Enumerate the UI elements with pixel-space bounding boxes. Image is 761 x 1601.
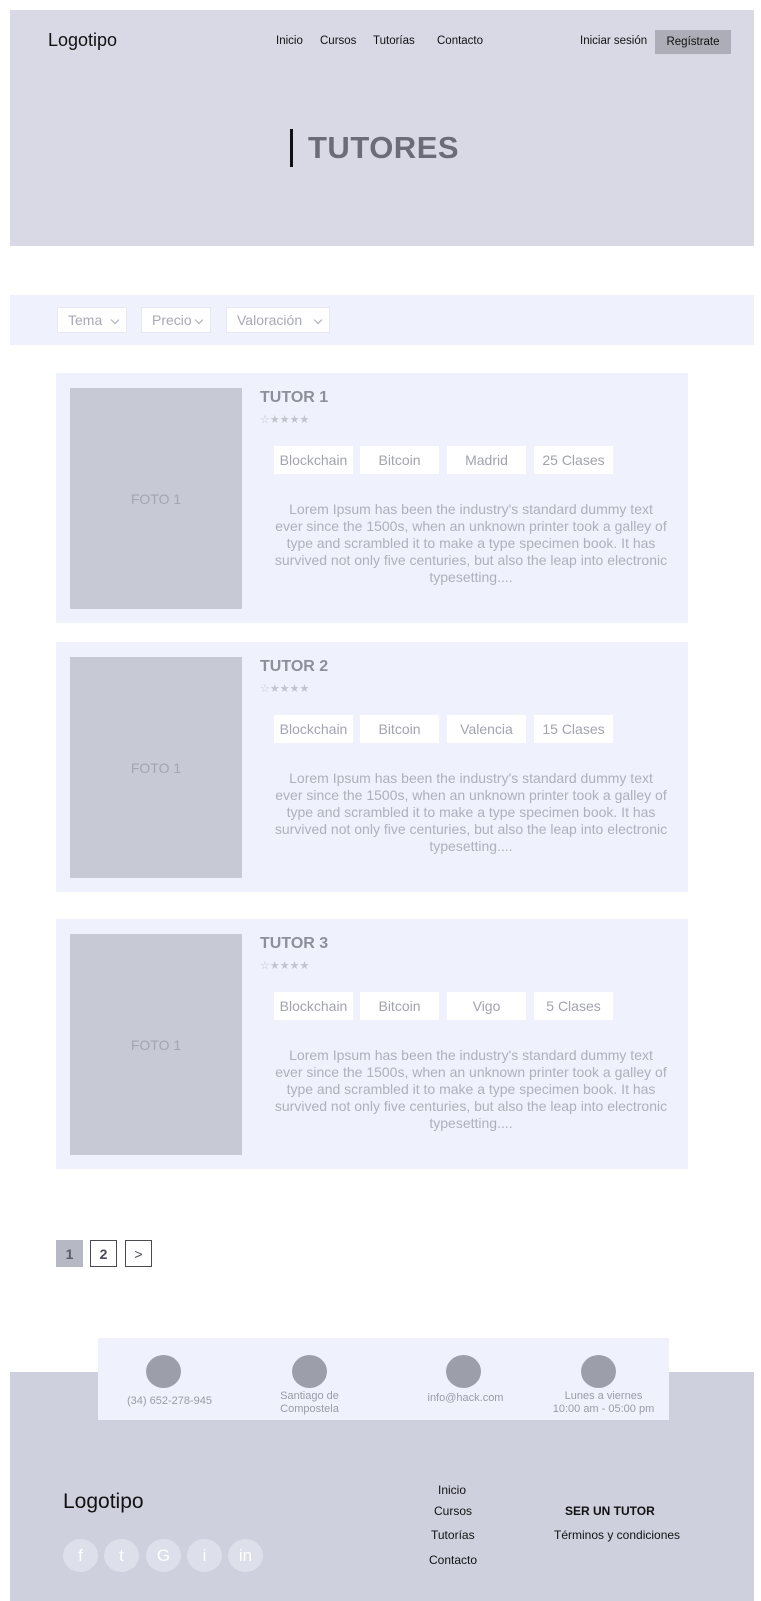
tag-topic: Bitcoin [360, 992, 439, 1020]
tutor-description: Lorem Ipsum has been the industry's stan… [274, 501, 668, 585]
instagram-icon[interactable]: i [187, 1539, 222, 1572]
nav-tutorias[interactable]: Tutorías [373, 35, 415, 47]
tutor-name[interactable]: TUTOR 3 [260, 935, 328, 953]
page-2-button[interactable]: 2 [90, 1240, 117, 1267]
nav-cursos[interactable]: Cursos [320, 35, 356, 47]
clock-icon [581, 1355, 616, 1388]
location-icon [292, 1355, 327, 1388]
filter-bar: Tema Precio Valoración [10, 295, 754, 345]
footer-link-cursos[interactable]: Cursos [434, 1504, 472, 1518]
contact-address: Santiago de Compostela [258, 1390, 361, 1416]
tag-classes: 25 Clases [534, 446, 613, 474]
contact-hours-line2: 10:00 am - 05:00 pm [552, 1403, 655, 1415]
tag-city: Vigo [447, 992, 526, 1020]
rating-stars: ☆★★★★ [260, 414, 310, 426]
linkedin-icon[interactable]: in [228, 1539, 263, 1572]
twitter-icon[interactable]: t [104, 1539, 139, 1572]
google-icon[interactable]: G [146, 1539, 181, 1572]
tutor-name[interactable]: TUTOR 2 [260, 658, 328, 676]
login-link[interactable]: Iniciar sesión [580, 35, 647, 47]
contact-email[interactable]: info@hack.com [413, 1392, 518, 1405]
hero-header: Logotipo Inicio Cursos Tutorías Contacto… [10, 10, 754, 246]
tag-topic: Bitcoin [360, 446, 439, 474]
facebook-icon[interactable]: f [63, 1539, 98, 1572]
footer-link-tutorias[interactable]: Tutorías [431, 1528, 475, 1542]
tag-city: Valencia [447, 715, 526, 743]
tutor-description: Lorem Ipsum has been the industry's stan… [274, 1047, 668, 1131]
tutor-description: Lorem Ipsum has been the industry's stan… [274, 770, 668, 854]
tag-classes: 15 Clases [534, 715, 613, 743]
contact-address-line1: Santiago de [280, 1390, 339, 1402]
rating-stars: ☆★★★★ [260, 960, 310, 972]
page-title-text: TUTORES [308, 130, 460, 165]
title-accent-bar [290, 129, 293, 167]
tutor-photo: FOTO 1 [70, 657, 242, 878]
phone-icon [146, 1355, 181, 1388]
nav-contacto[interactable]: Contacto [437, 35, 483, 47]
filter-tema-label: Tema [68, 312, 103, 328]
footer-logo[interactable]: Logotipo [63, 1490, 144, 1514]
tag-topic: Blockchain [274, 715, 353, 743]
tutor-name[interactable]: TUTOR 1 [260, 389, 328, 407]
filter-tema-dropdown[interactable]: Tema [57, 307, 127, 333]
footer-tutor-heading[interactable]: SER UN TUTOR [565, 1504, 655, 1518]
tag-topic: Blockchain [274, 992, 353, 1020]
tutor-card[interactable]: FOTO 1 TUTOR 3 ☆★★★★ Blockchain Bitcoin … [56, 919, 688, 1169]
tutor-card[interactable]: FOTO 1 TUTOR 2 ☆★★★★ Blockchain Bitcoin … [56, 642, 688, 892]
contact-phone[interactable]: (34) 652-278-945 [108, 1395, 231, 1408]
tutor-photo: FOTO 1 [70, 388, 242, 609]
rating-stars: ☆★★★★ [260, 683, 310, 695]
footer-link-contacto[interactable]: Contacto [429, 1553, 477, 1567]
contact-hours-line1: Lunes a viernes [564, 1390, 643, 1402]
tag-classes: 5 Clases [534, 992, 613, 1020]
page-1-button[interactable]: 1 [56, 1240, 83, 1267]
tag-topic: Bitcoin [360, 715, 439, 743]
page-title: TUTORES [290, 128, 459, 168]
page-frame: Logotipo Inicio Cursos Tutorías Contacto… [10, 10, 754, 1601]
next-page-button[interactable]: > [125, 1240, 152, 1267]
chevron-down-icon [313, 315, 323, 325]
contact-info-box: (34) 652-278-945 Santiago de Compostela … [98, 1338, 669, 1420]
register-button[interactable]: Regístrate [655, 30, 731, 54]
contact-address-line2: Compostela [280, 1403, 339, 1415]
nav-inicio[interactable]: Inicio [276, 35, 303, 47]
header-logo[interactable]: Logotipo [48, 30, 117, 51]
filter-precio-dropdown[interactable]: Precio [141, 307, 211, 333]
contact-hours: Lunes a viernes 10:00 am - 05:00 pm [541, 1390, 666, 1416]
footer-terms-link[interactable]: Términos y condiciones [554, 1528, 680, 1542]
filter-valoracion-label: Valoración [237, 312, 303, 328]
tag-topic: Blockchain [274, 446, 353, 474]
filter-precio-label: Precio [152, 312, 192, 328]
tutor-photo: FOTO 1 [70, 934, 242, 1155]
filter-valoracion-dropdown[interactable]: Valoración [226, 307, 330, 333]
email-icon [446, 1355, 481, 1388]
tag-city: Madrid [447, 446, 526, 474]
chevron-down-icon [194, 315, 204, 325]
tutor-card[interactable]: FOTO 1 TUTOR 1 ☆★★★★ Blockchain Bitcoin … [56, 373, 688, 623]
footer-link-inicio[interactable]: Inicio [438, 1483, 466, 1497]
chevron-down-icon [110, 315, 120, 325]
